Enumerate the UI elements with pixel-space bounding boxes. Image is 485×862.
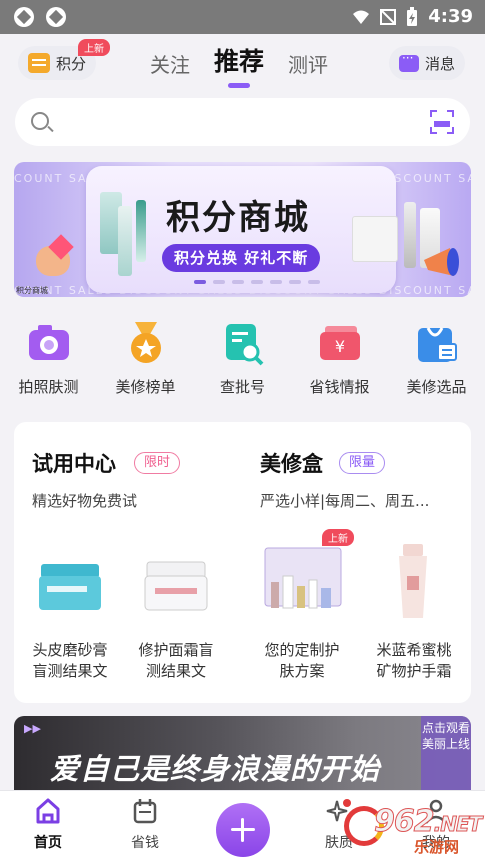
product-name: 您的定制护 肤方案: [264, 641, 340, 680]
pagination-dot: [289, 280, 301, 284]
product-set-image: [257, 542, 347, 632]
points-coin-icon: [28, 53, 50, 73]
quick-action-label: 美修榜单: [115, 378, 176, 396]
search-input[interactable]: [15, 98, 470, 146]
product-bottle-image: [136, 200, 146, 262]
product-bottle-image: [118, 206, 132, 276]
banner-pagination: [194, 280, 320, 284]
tab-recommend[interactable]: 推荐: [214, 42, 264, 88]
nav-label: 首页: [34, 835, 62, 851]
messages-label: 消息: [424, 54, 455, 73]
camera-icon: [26, 320, 72, 366]
trial-center-title[interactable]: 试用中心: [32, 448, 116, 478]
banner-title: 积分商城: [166, 198, 310, 238]
beauty-box-title[interactable]: 美修盒: [260, 448, 323, 478]
quick-action-skin-test[interactable]: 拍照肤测: [0, 320, 97, 410]
watermark-subtext: 乐游网: [414, 838, 460, 856]
battery-icon: [407, 6, 418, 26]
nav-savings[interactable]: 省钱: [110, 797, 180, 852]
messages-button[interactable]: 消息: [388, 46, 465, 80]
coupon-icon: ¥: [317, 320, 363, 366]
quick-action-batch-lookup[interactable]: 查批号: [194, 320, 291, 410]
trial-product-card[interactable]: 头皮磨砂膏 盲测结果文: [20, 542, 120, 682]
product-jar-image: [131, 542, 221, 632]
trial-product-card[interactable]: 修护面霜盲 测结果文: [126, 542, 226, 682]
banner-corner-label: 积分商城: [16, 286, 48, 295]
quick-action-savings[interactable]: ¥ 省钱情报: [291, 320, 388, 410]
medal-icon: [123, 320, 169, 366]
pagination-dot: [213, 280, 225, 284]
shopping-bag-icon: [414, 320, 460, 366]
pagination-dot: [232, 280, 244, 284]
calendar-icon: [131, 797, 159, 825]
product-name: 米蓝希蜜桃 矿物护手霜: [376, 641, 452, 680]
trial-center-subtitle: 精选好物免费试: [32, 492, 138, 510]
pagination-dot: [308, 280, 320, 284]
watch-now-label[interactable]: 点击观看美丽上线: [421, 716, 471, 796]
nav-home[interactable]: 首页: [13, 797, 83, 852]
limited-quantity-tag: 限量: [339, 452, 386, 474]
status-bar: 4:39: [0, 0, 485, 34]
pagination-dot: [251, 280, 263, 284]
quick-action-label: 省钱情报: [309, 378, 370, 396]
product-box-image: [352, 216, 398, 262]
quick-actions: 拍照肤测 美修榜单 查批号 ¥ 省钱情报 美修选品: [0, 320, 485, 410]
product-name: 修护面霜盲 测结果文: [138, 641, 214, 680]
search-document-icon: [220, 320, 266, 366]
search-icon: [31, 112, 49, 130]
svg-text:¥: ¥: [334, 337, 344, 356]
pagination-dot: [194, 280, 206, 284]
scan-icon[interactable]: [430, 110, 454, 134]
banner-subtitle-pill: 积分兑换 好礼不断: [162, 244, 321, 272]
video-caption: 爱自己是终身浪漫的开始: [50, 752, 381, 786]
points-new-badge: 上新: [78, 39, 110, 56]
product-tube-image: [369, 542, 459, 632]
pagination-dot: [270, 280, 282, 284]
clock: 4:39: [428, 6, 473, 27]
limited-time-tag: 限时: [134, 452, 181, 474]
product-name: 头皮磨砂膏 盲测结果文: [32, 641, 108, 680]
home-icon: [34, 797, 62, 825]
video-feed-card[interactable]: ▶▶ 爱自己是终身浪漫的开始 点击观看美丽上线: [14, 716, 471, 796]
top-nav: 积分 上新 关注 推荐 测评 消息: [0, 34, 485, 94]
site-watermark: 962.NET 乐游网: [340, 800, 483, 858]
beauty-box-subtitle: 严选小样|每周二、周五...: [260, 492, 430, 510]
app-notification-icon: [14, 7, 34, 27]
points-mall-banner[interactable]: COUNT SALES DISCOUNT SALES DISCOUNT SALE…: [14, 162, 471, 297]
message-bubble-icon: [398, 51, 419, 72]
wifi-icon: [353, 10, 370, 24]
beauty-box-product-card[interactable]: 您的定制护 肤方案: [252, 542, 352, 682]
quick-action-rankings[interactable]: 美修榜单: [97, 320, 194, 410]
app-notification-icon: [46, 7, 66, 27]
product-jar-image: [25, 542, 115, 632]
quick-action-label: 查批号: [219, 378, 265, 396]
tab-follow[interactable]: 关注: [150, 49, 190, 78]
no-signal-icon: [380, 8, 397, 25]
product-bottle-image: [404, 202, 416, 268]
video-logo: ▶▶: [24, 722, 41, 735]
watermark-text: 962.NET: [374, 804, 483, 840]
quick-action-selection[interactable]: 美修选品: [388, 320, 485, 410]
beauty-box-product-card[interactable]: 米蓝希蜜桃 矿物护手霜: [364, 542, 464, 682]
feed-tabs: 关注 推荐 测评: [150, 42, 328, 88]
trial-and-box-card: 试用中心 限时 精选好物免费试 美修盒 限量 严选小样|每周二、周五... 头皮…: [14, 422, 471, 703]
megaphone-icon: [424, 248, 459, 276]
quick-action-label: 美修选品: [406, 378, 467, 396]
nav-label: 省钱: [131, 835, 159, 851]
quick-action-label: 拍照肤测: [18, 378, 79, 396]
tab-review[interactable]: 测评: [288, 49, 328, 78]
beauty-box-new-badge: 上新: [322, 529, 354, 546]
create-post-button[interactable]: [216, 803, 270, 857]
